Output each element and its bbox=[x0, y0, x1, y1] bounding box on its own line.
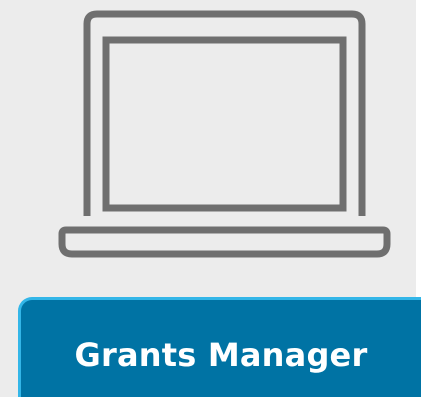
laptop-icon bbox=[58, 10, 391, 258]
grants-manager-button[interactable]: Grants Manager bbox=[18, 297, 421, 397]
app-tile[interactable]: Grants Manager bbox=[0, 0, 421, 397]
app-button-label: Grants Manager bbox=[74, 335, 368, 374]
